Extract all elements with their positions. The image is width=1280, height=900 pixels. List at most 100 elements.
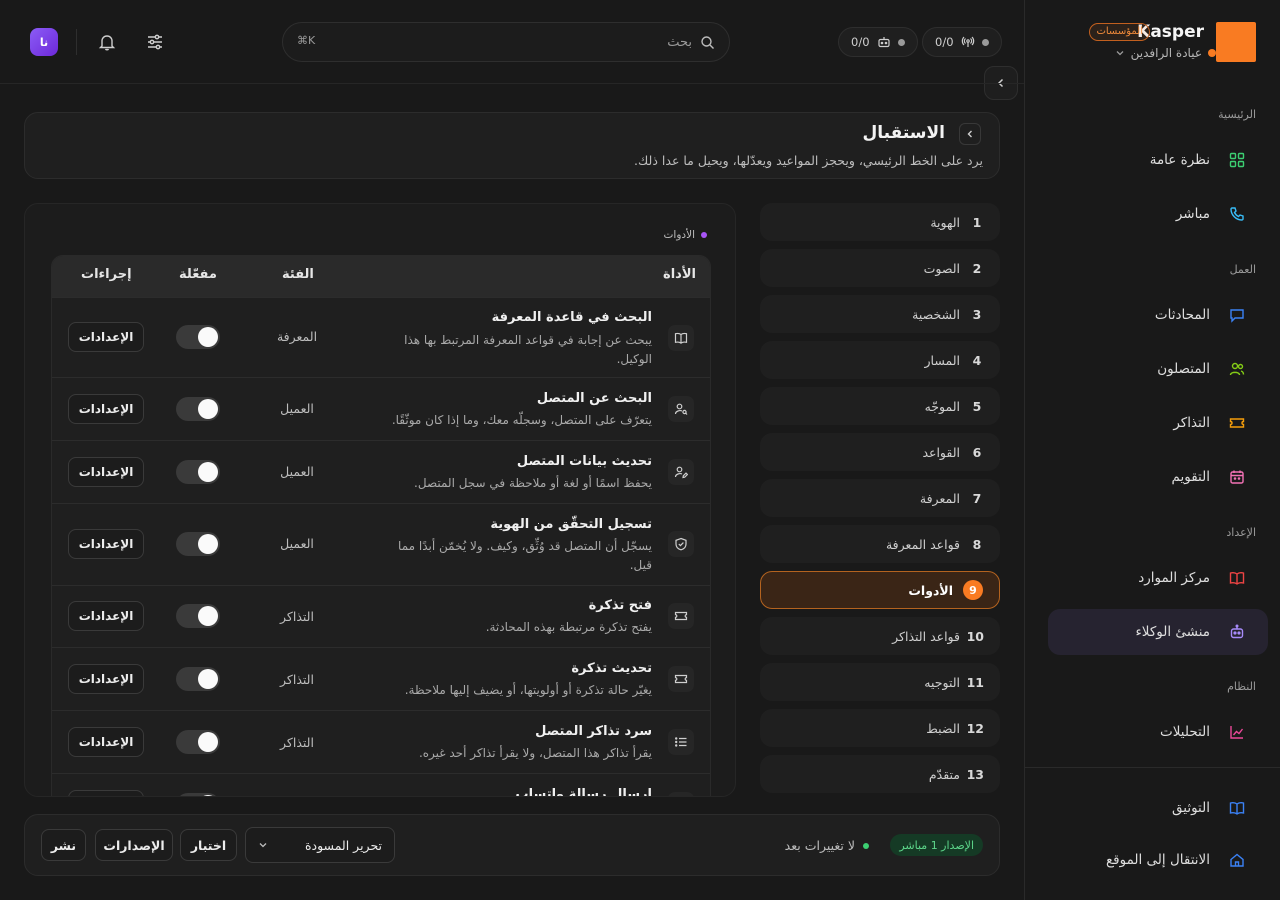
tool-settings-button[interactable]: الإعدادات	[68, 664, 144, 694]
nav-section-setup: الإعداد	[1226, 526, 1256, 539]
table-row: فتح تذكرة يفتح تذكرة مرتبطة بهذه المحادث…	[52, 585, 710, 647]
nav-item-calendar[interactable]: التقويم	[1048, 454, 1268, 500]
step-item[interactable]: 10 قواعد التذاكر	[760, 617, 1000, 655]
home-icon	[1228, 851, 1246, 869]
step-label: القواعد	[922, 444, 960, 460]
nav-item-live[interactable]: مباشر	[1048, 191, 1268, 237]
nav-item-goto-site[interactable]: الانتقال إلى الموقع	[1048, 837, 1268, 883]
phone-icon	[1228, 205, 1246, 223]
step-item[interactable]: 5 الموجّه	[760, 387, 1000, 425]
sliders-icon[interactable]	[143, 30, 167, 54]
tool-settings-button[interactable]: الإعدادات	[68, 457, 144, 487]
tools-table[interactable]: الأداة الفئة مفعّلة إجراءات البحث في قاع…	[51, 255, 711, 796]
test-button[interactable]: اختبار	[180, 829, 237, 861]
tool-settings-button[interactable]: الإعدادات	[68, 790, 144, 796]
step-item[interactable]: 11 التوجيه	[760, 663, 1000, 701]
nav-item-conversations[interactable]: المحادثات	[1048, 292, 1268, 338]
nav-item-label: المتصلون	[1157, 361, 1210, 377]
versions-button[interactable]: الإصدارات	[95, 829, 173, 861]
user-search-icon	[668, 396, 694, 422]
change-status-text: لا تغييرات بعد	[784, 838, 855, 853]
step-number: 7	[972, 490, 982, 506]
tool-settings-button[interactable]: الإعدادات	[68, 529, 144, 559]
nav-section-work: العمل	[1229, 263, 1256, 276]
search-input[interactable]: بحث ⌘K	[282, 22, 730, 62]
tool-enabled-toggle[interactable]	[176, 604, 220, 628]
step-number: 3	[972, 306, 982, 322]
tool-description: يبحث عن إجابة في قواعد المعرفة المرتبط ب…	[404, 333, 652, 366]
tool-name: فتح تذكرة	[588, 598, 652, 613]
tool-settings-button[interactable]: الإعدادات	[68, 394, 144, 424]
toggle-knob	[198, 732, 218, 752]
status-dot	[981, 38, 989, 46]
avatar[interactable]: نا	[30, 28, 58, 56]
topbar-separator	[76, 29, 77, 55]
chart-line-icon	[1228, 723, 1246, 741]
nav-item-tickets[interactable]: التذاكر	[1048, 400, 1268, 446]
step-item[interactable]: 2 الصوت	[760, 249, 1000, 287]
step-label: قواعد التذاكر	[892, 628, 960, 644]
back-button[interactable]	[959, 123, 981, 145]
step-item[interactable]: 1 الهوية	[760, 203, 1000, 241]
org-switcher[interactable]: عيادة الرافدين	[1115, 46, 1216, 60]
nav-section-system: النظام	[1227, 680, 1256, 693]
calls-stat-pill[interactable]: 0/0	[922, 27, 1002, 57]
tag-dot	[701, 232, 707, 238]
bell-icon[interactable]	[95, 30, 119, 54]
step-label: قواعد المعرفة	[885, 536, 960, 552]
nav-item-label: التحليلات	[1160, 724, 1210, 740]
tool-settings-button[interactable]: الإعدادات	[68, 727, 144, 757]
step-item[interactable]: 4 المسار	[760, 341, 1000, 379]
brand-logo[interactable]	[1216, 22, 1256, 62]
publish-button[interactable]: نشر	[41, 829, 86, 861]
tool-enabled-toggle[interactable]	[176, 667, 220, 691]
step-number: 10	[966, 628, 984, 644]
tool-enabled-toggle[interactable]	[176, 460, 220, 484]
step-item[interactable]: 13 متقدّم	[760, 755, 1000, 793]
step-item[interactable]: 3 الشخصية	[760, 295, 1000, 333]
nav-item-label: الانتقال إلى الموقع	[1105, 852, 1210, 868]
agents-stat-pill[interactable]: 0/0	[838, 27, 918, 57]
tool-enabled-toggle[interactable]	[176, 397, 220, 421]
nav-item-label: التقويم	[1171, 469, 1210, 485]
tool-settings-button[interactable]: الإعدادات	[68, 322, 144, 352]
status-dot	[897, 38, 905, 46]
tool-enabled-toggle[interactable]	[176, 793, 220, 796]
nav-item-label: نظرة عامة	[1149, 152, 1210, 168]
column-header-category: الفئة	[282, 267, 314, 282]
step-item[interactable]: 8 قواعد المعرفة	[760, 525, 1000, 563]
nav-item-analytics[interactable]: التحليلات	[1048, 709, 1268, 755]
step-item-active[interactable]: 9 الأدوات	[760, 571, 1000, 609]
publish-bar: الإصدار 1 مباشر لا تغييرات بعد تحرير الم…	[24, 814, 1000, 876]
nav-item-resources[interactable]: مركز الموارد	[1048, 555, 1268, 601]
tool-settings-button[interactable]: الإعدادات	[68, 601, 144, 631]
bot-icon	[877, 35, 891, 49]
step-item[interactable]: 7 المعرفة	[760, 479, 1000, 517]
tool-enabled-toggle[interactable]	[176, 325, 220, 349]
nav-item-overview[interactable]: نظرة عامة	[1048, 137, 1268, 183]
toggle-knob	[198, 669, 218, 689]
nav-item-docs[interactable]: التوثيق	[1048, 785, 1268, 831]
tool-enabled-toggle[interactable]	[176, 532, 220, 556]
toggle-knob	[198, 795, 218, 796]
tool-category: العميل	[280, 536, 314, 551]
search-placeholder: بحث	[667, 34, 692, 50]
tools-panel: الأدوات الأداة الفئة مفعّلة إجراءات البح…	[24, 203, 736, 797]
page-title: الاستقبال	[862, 123, 945, 143]
table-row: البحث في قاعدة المعرفة يبحث عن إجابة في …	[52, 297, 710, 377]
nav-item-contacts[interactable]: المتصلون	[1048, 346, 1268, 392]
toggle-knob	[198, 462, 218, 482]
tool-name: تحديث بيانات المتصل	[516, 454, 652, 469]
step-item[interactable]: 6 القواعد	[760, 433, 1000, 471]
step-label: الأدوات	[908, 582, 953, 598]
step-number: 5	[972, 398, 982, 414]
draft-select[interactable]: تحرير المسودة	[245, 827, 395, 863]
step-item[interactable]: 12 الضبط	[760, 709, 1000, 747]
tool-category: المعرفة	[276, 329, 318, 344]
toggle-knob	[198, 534, 218, 554]
tool-enabled-toggle[interactable]	[176, 730, 220, 754]
topbar-divider	[0, 83, 1024, 84]
nav-item-label: التوثيق	[1171, 800, 1210, 816]
nav-item-agent-builder[interactable]: منشئ الوكلاء	[1048, 609, 1268, 655]
book-icon	[1228, 799, 1246, 817]
